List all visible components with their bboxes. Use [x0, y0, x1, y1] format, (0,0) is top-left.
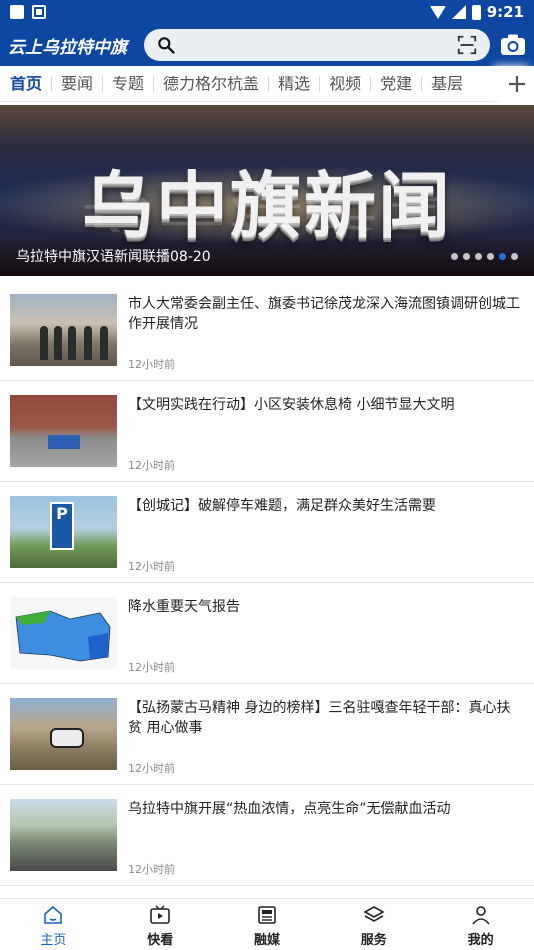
hero-banner[interactable]: 乌中旗新闻 乌中旗新闻 乌拉特中旗汉语新闻联播08-20	[0, 105, 534, 276]
nav-profile-label: 我的	[467, 933, 494, 948]
news-body: 市人大常委会副主任、旗委书记徐茂龙深入海流图镇调研创城工作开展情况 12小时前	[128, 294, 524, 372]
news-body: 乌拉特中旗开展“热血浓情，点亮生命”无偿献血活动 12小时前	[128, 799, 524, 877]
news-title: 市人大常委会副主任、旗委书记徐茂龙深入海流图镇调研创城工作开展情况	[128, 296, 520, 332]
search-icon	[158, 37, 175, 54]
add-channel-button[interactable]	[500, 65, 534, 102]
carousel-dot[interactable]	[511, 252, 518, 260]
carousel-dot[interactable]	[475, 252, 482, 260]
rainfall-map-icon	[15, 610, 111, 662]
carousel-dot[interactable]	[463, 252, 470, 260]
tab-grassroots[interactable]: 基层	[421, 75, 472, 92]
person-icon	[471, 906, 490, 925]
status-bar: 9:21	[0, 0, 534, 24]
nav-home[interactable]: 主页	[0, 899, 107, 950]
notification-app-icon	[32, 5, 46, 19]
plus-icon	[509, 75, 525, 92]
carousel-dots	[451, 252, 518, 260]
bottom-navigation: 主页 快看 融媒 服务 我的	[0, 898, 534, 950]
news-time: 12小时前	[128, 459, 175, 472]
nav-services-label: 服务	[360, 933, 387, 948]
camera-icon[interactable]	[500, 32, 526, 58]
news-thumbnail	[10, 698, 117, 770]
notification-icon	[10, 5, 24, 19]
carousel-dot[interactable]	[487, 252, 494, 260]
battery-icon	[471, 4, 481, 20]
nav-quickview[interactable]: 快看	[107, 899, 214, 950]
scan-icon[interactable]	[456, 34, 478, 56]
layers-icon	[363, 906, 385, 922]
banner-caption-bar: 乌拉特中旗汉语新闻联播08-20	[0, 236, 534, 276]
news-title: 【弘扬蒙古马精神 身边的榜样】三名驻嘎查年轻干部：真心扶贫 用心做事	[128, 700, 511, 736]
news-item[interactable]: P 【创城记】破解停车难题，满足群众美好生活需要 12小时前	[0, 482, 534, 583]
news-thumbnail	[10, 395, 117, 467]
nav-media-label: 融媒	[253, 933, 280, 948]
news-title: 【创城记】破解停车难题，满足群众美好生活需要	[128, 498, 436, 514]
carousel-dot-active[interactable]	[499, 252, 506, 260]
tab-delgerhangai[interactable]: 德力格尔杭盖	[153, 75, 268, 92]
tab-featured[interactable]: 精选	[268, 75, 319, 92]
home-icon	[44, 905, 63, 924]
nav-profile[interactable]: 我的	[427, 899, 534, 950]
news-body: 【文明实践在行动】小区安装休息椅 小细节显大文明 12小时前	[128, 395, 524, 473]
news-item[interactable]: 市人大常委会副主任、旗委书记徐茂龙深入海流图镇调研创城工作开展情况 12小时前	[0, 280, 534, 381]
news-body: 【创城记】破解停车难题，满足群众美好生活需要 12小时前	[128, 496, 524, 574]
app-root: 9:21 云上乌拉特中旗 首页 要闻 专题 德力格尔杭盖 精选 视频 党建 基层…	[0, 0, 534, 950]
status-time: 9:21	[486, 3, 524, 21]
news-thumbnail	[10, 294, 117, 366]
newspaper-icon	[258, 906, 276, 924]
news-time: 12小时前	[128, 358, 175, 371]
banner-caption: 乌拉特中旗汉语新闻联播08-20	[16, 249, 211, 265]
nav-services[interactable]: 服务	[320, 899, 427, 950]
news-title: 乌拉特中旗开展“热血浓情，点亮生命”无偿献血活动	[128, 801, 451, 817]
tab-topics[interactable]: 专题	[102, 75, 153, 92]
carousel-dot[interactable]	[451, 252, 458, 260]
news-body: 降水重要天气报告 12小时前	[128, 597, 524, 675]
nav-home-label: 主页	[40, 933, 67, 948]
news-time: 12小时前	[128, 762, 175, 775]
tab-home[interactable]: 首页	[10, 76, 51, 92]
news-time: 12小时前	[128, 863, 175, 876]
news-title: 【文明实践在行动】小区安装休息椅 小细节显大文明	[128, 397, 455, 413]
tab-headlines[interactable]: 要闻	[51, 75, 102, 92]
nav-media[interactable]: 融媒	[214, 899, 321, 950]
tab-party[interactable]: 党建	[370, 75, 421, 92]
news-item[interactable]: 【文明实践在行动】小区安装休息椅 小细节显大文明 12小时前	[0, 381, 534, 482]
status-indicators: 9:21	[429, 3, 524, 21]
news-body: 【弘扬蒙古马精神 身边的榜样】三名驻嘎查年轻干部：真心扶贫 用心做事 12小时前	[128, 698, 524, 776]
wifi-icon	[429, 5, 446, 19]
news-thumbnail	[10, 799, 117, 871]
news-list: 市人大常委会副主任、旗委书记徐茂龙深入海流图镇调研创城工作开展情况 12小时前 …	[0, 280, 534, 886]
news-thumbnail	[10, 597, 117, 669]
nav-quickview-label: 快看	[147, 933, 174, 948]
news-title: 降水重要天气报告	[128, 599, 240, 615]
video-icon	[150, 905, 170, 924]
news-thumbnail: P	[10, 496, 117, 568]
news-item[interactable]: 【弘扬蒙古马精神 身边的榜样】三名驻嘎查年轻干部：真心扶贫 用心做事 12小时前	[0, 684, 534, 785]
news-time: 12小时前	[128, 560, 175, 573]
app-header: 云上乌拉特中旗	[0, 24, 534, 66]
parking-sign-icon: P	[50, 502, 74, 550]
app-logo: 云上乌拉特中旗	[8, 37, 127, 58]
tab-video[interactable]: 视频	[319, 75, 370, 92]
news-item[interactable]: 乌拉特中旗开展“热血浓情，点亮生命”无偿献血活动 12小时前	[0, 785, 534, 886]
signal-icon	[451, 5, 466, 19]
status-notifications	[10, 5, 46, 19]
news-time: 12小时前	[128, 661, 175, 674]
tabs-scroll: 首页 要闻 专题 德力格尔杭盖 精选 视频 党建 基层	[0, 75, 500, 92]
news-item[interactable]: 降水重要天气报告 12小时前	[0, 583, 534, 684]
channel-tabs: 首页 要闻 专题 德力格尔杭盖 精选 视频 党建 基层	[0, 65, 534, 102]
search-bar[interactable]	[144, 29, 490, 61]
